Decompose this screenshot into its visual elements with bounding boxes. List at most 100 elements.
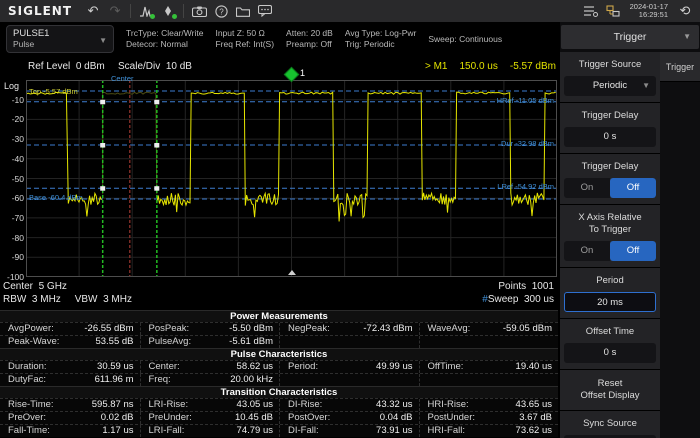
menu-tab-strip: Trigger <box>660 52 700 438</box>
trigger-source-group: Trigger Source Periodic ▼ <box>560 52 660 103</box>
x-axis-off-button[interactable]: Off <box>610 241 656 261</box>
table-cell-value: 49.99 us <box>352 361 419 373</box>
measurement-table: Power MeasurementsAvgPower:-26.55 dBmPos… <box>0 310 558 437</box>
points-readout: Points 1001 <box>498 281 554 292</box>
chevron-down-icon: ▼ <box>642 76 650 96</box>
y-tick-label: -60 <box>2 193 24 203</box>
file-folder-icon[interactable] <box>232 0 254 22</box>
ref-level-readout[interactable]: Ref Level 0 dBm <box>28 61 105 72</box>
marker-position-triangle-icon <box>288 270 296 275</box>
dur-level-label: Dur -32.98 dBm <box>501 139 554 148</box>
offset-time-value-button[interactable]: 0 s <box>564 343 656 363</box>
history-icon[interactable]: ⟲ <box>674 0 696 22</box>
trigger-delay-label: Trigger Delay <box>564 108 656 127</box>
table-cell-label: HRI-Fall: <box>419 425 492 437</box>
trigger-delay-value-button[interactable]: 0 s <box>564 127 656 147</box>
x-axis-on-button[interactable]: On <box>564 241 610 261</box>
trigger-delay-off-button[interactable]: Off <box>610 178 656 198</box>
trigger-delay-on-button[interactable]: On <box>564 178 610 198</box>
table-row: DutyFac:611.96 mFreq:20.00 kHz <box>0 373 558 386</box>
menu-button-column: Trigger Source Periodic ▼ Trigger Delay … <box>560 52 660 438</box>
scale-div-readout[interactable]: Scale/Div 10 dB <box>118 61 192 72</box>
table-cell-label: PosPeak: <box>140 323 213 335</box>
table-cell-label: PostUnder: <box>419 412 492 424</box>
table-section-title: Transition Characteristics <box>0 386 558 398</box>
green-badge <box>172 14 177 19</box>
table-cell-label: AvgPower: <box>0 323 73 335</box>
toolbar-divider <box>183 4 184 18</box>
y-tick-label: -10 <box>2 95 24 105</box>
graph-region: Ref Level 0 dBm Scale/Div 10 dB > M1 150… <box>0 56 560 310</box>
trace-name: PULSE1 <box>13 28 107 39</box>
pulse-center-label: Center <box>111 74 134 83</box>
redo-icon[interactable]: ↷ <box>104 0 126 22</box>
table-cell-value: 0.02 dB <box>73 412 140 424</box>
table-cell-label: Rise-Time: <box>0 399 73 411</box>
undo-icon[interactable]: ↶ <box>82 0 104 22</box>
reset-offset-group[interactable]: Reset Offset Display <box>560 370 660 411</box>
trigger-source-label: Trigger Source <box>564 57 656 76</box>
table-cell-value: 43.32 us <box>352 399 419 411</box>
trace-plot[interactable] <box>26 80 557 277</box>
datetime-display: 2024-01-17 16:29:51 <box>624 3 674 20</box>
base-level-label: Base -60.4 dBm <box>29 193 83 202</box>
table-cell-value: -72.43 dBm <box>352 323 419 335</box>
table-cell-label: WaveAvg: <box>419 323 492 335</box>
table-cell-value: 58.62 us <box>212 361 279 373</box>
trigger-delay-switch-label: Trigger Delay <box>564 159 656 178</box>
trace-mode: Pulse <box>13 39 107 49</box>
info-col-input: Input Z: 50 ΩFreq Ref: Int(S) <box>215 28 274 50</box>
table-cell-value: 73.91 us <box>352 425 419 437</box>
table-cell-value: 74.79 us <box>212 425 279 437</box>
table-cell-value <box>352 374 419 386</box>
table-cell-label: HRI-Rise: <box>419 399 492 411</box>
rbw-vbw-readout[interactable]: RBW 3 MHz VBW 3 MHz <box>3 294 132 305</box>
lref-level-label: LRef -54.92 dBm <box>497 182 554 191</box>
table-cell-label: Duration: <box>0 361 73 373</box>
siglent-logo: SIGLENT <box>0 4 82 18</box>
table-row: AvgPower:-26.55 dBmPosPeak:-5.50 dBmNegP… <box>0 322 558 335</box>
table-cell-label: PreUnder: <box>140 412 213 424</box>
table-cell-value: 53.55 dB <box>73 336 140 348</box>
trace-select-dropdown[interactable]: PULSE1 Pulse ▼ <box>6 25 114 53</box>
x-axis-relative-group: X Axis Relative To Trigger On Off <box>560 205 660 268</box>
trigger-menu-panel: Trigger ▼ Trigger Source Periodic ▼ Trig… <box>560 22 700 438</box>
table-cell-value: 1.17 us <box>73 425 140 437</box>
sequence-list-icon[interactable] <box>580 0 602 22</box>
marker-m1-number: 1 <box>300 68 305 78</box>
table-cell-label: Center: <box>140 361 213 373</box>
table-cell-label: DI-Rise: <box>279 399 352 411</box>
period-value-button[interactable]: 20 ms <box>564 292 656 312</box>
sweep-time-readout[interactable]: #Sweep 300 us <box>482 294 554 305</box>
trigger-source-dropdown[interactable]: Periodic ▼ <box>564 76 656 96</box>
info-col-avg: Avg Type: Log-PwrTrig: Periodic <box>345 28 417 50</box>
tab-trigger[interactable]: Trigger <box>660 52 700 82</box>
toolbar-divider <box>130 4 131 18</box>
table-cell-label: PostOver: <box>279 412 352 424</box>
table-cell-value: -5.50 dBm <box>212 323 279 335</box>
settings-info-bar: PULSE1 Pulse ▼ TrcType: Clear/WriteDetec… <box>0 22 560 56</box>
center-freq-readout[interactable]: Center 5 GHz <box>3 281 67 292</box>
table-cell-label: DutyFac: <box>0 374 73 386</box>
table-row: PreOver:0.02 dBPreUnder:10.45 dBPostOver… <box>0 411 558 424</box>
y-axis-type-label: Log <box>4 81 19 91</box>
peak-search-icon[interactable] <box>135 0 157 22</box>
table-cell-label: DI-Fall: <box>279 425 352 437</box>
y-tick-label: -70 <box>2 213 24 223</box>
menu-title-dropdown[interactable]: Trigger ▼ <box>561 25 699 49</box>
message-icon[interactable] <box>254 0 276 22</box>
help-icon[interactable]: ? <box>210 0 232 22</box>
reset-offset-label2: Offset Display <box>564 390 656 402</box>
network-status-icon[interactable] <box>602 0 624 22</box>
table-cell-label <box>279 336 352 348</box>
x-axis-relative-toggle: On Off <box>564 241 656 261</box>
offset-time-label: Offset Time <box>564 324 656 343</box>
table-cell-label <box>279 374 352 386</box>
table-cell-value: 10.45 dB <box>212 412 279 424</box>
table-cell-label: LRI-Fall: <box>140 425 213 437</box>
marker-add-icon[interactable] <box>157 0 179 22</box>
y-tick-label: -50 <box>2 174 24 184</box>
screenshot-camera-icon[interactable] <box>188 0 210 22</box>
table-cell-value <box>352 336 419 348</box>
info-col-atten: Atten: 20 dBPreamp: Off <box>286 28 333 50</box>
